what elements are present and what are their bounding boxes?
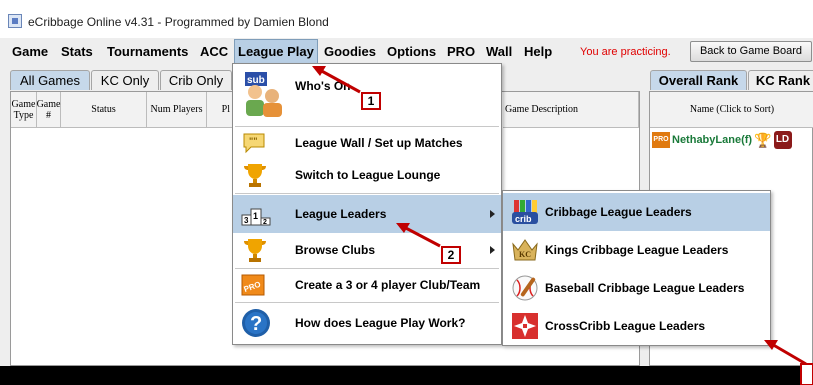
col-game-type[interactable]: Game Type	[11, 92, 37, 128]
how-league-works-label: How does League Play Work?	[295, 316, 466, 330]
rank-player-name: NethabyLane(f)	[672, 134, 753, 146]
menu-divider	[235, 193, 499, 194]
menu-divider	[235, 302, 499, 303]
menu-item-switch-lounge[interactable]: Switch to League Lounge	[233, 159, 501, 191]
menu-bar: Game Stats Tournaments ACC League Play G…	[0, 38, 813, 66]
callout-2: 2	[441, 246, 461, 264]
podium-icon: 1 3 2	[241, 208, 271, 226]
cribbage-leaders-label: Cribbage League Leaders	[545, 205, 692, 219]
league-leaders-submenu: crib Cribbage League Leaders KC Kings Cr…	[502, 190, 771, 346]
practice-status: You are practicing.	[580, 46, 671, 58]
crib-icon: crib	[512, 200, 538, 224]
rank-name-header[interactable]: Name (Click to Sort)	[650, 92, 813, 128]
submenu-arrow-icon	[490, 246, 495, 254]
col-num-players[interactable]: Num Players	[147, 92, 207, 128]
menu-item-crosscribb-leaders[interactable]: CrossCribb League Leaders	[503, 307, 770, 345]
svg-text:?: ?	[250, 313, 262, 335]
svg-text:crib: crib	[515, 214, 532, 224]
menu-game[interactable]: Game	[12, 44, 48, 59]
league-wall-label: League Wall / Set up Matches	[295, 136, 463, 150]
title-bar: eCribbage Online v4.31 - Programmed by D…	[0, 0, 813, 38]
kings-leaders-label: Kings Cribbage League Leaders	[545, 243, 729, 257]
tab-kc-only[interactable]: KC Only	[91, 70, 159, 90]
col-status[interactable]: Status	[61, 92, 147, 128]
callout-1: 1	[361, 92, 381, 110]
menu-league-play[interactable]: League Play	[234, 39, 318, 65]
rank-row[interactable]: PRO NethabyLane(f) 🏆 LD	[652, 129, 792, 151]
menu-pro[interactable]: PRO	[447, 44, 475, 59]
baseball-leaders-label: Baseball Cribbage League Leaders	[545, 281, 745, 295]
trophy-icon	[244, 239, 266, 262]
help-icon: ?	[242, 309, 270, 337]
kings-crib-icon: KC	[512, 239, 538, 261]
svg-text:2: 2	[263, 219, 267, 226]
svg-text:1: 1	[253, 211, 258, 221]
pro-badge-icon: PRO	[652, 132, 670, 148]
menu-item-baseball-leaders[interactable]: Baseball Cribbage League Leaders	[503, 269, 770, 307]
menu-item-league-leaders[interactable]: 1 3 2 League Leaders	[233, 195, 501, 233]
menu-item-league-wall[interactable]: "" League Wall / Set up Matches	[233, 128, 501, 158]
tab-all-games[interactable]: All Games	[10, 70, 90, 90]
menu-item-create-club[interactable]: PRO Create a 3 or 4 player Club/Team	[233, 270, 501, 300]
submenu-arrow-icon	[490, 210, 495, 218]
menu-goodies[interactable]: Goodies	[324, 44, 376, 59]
back-to-game-board-button[interactable]: Back to Game Board	[690, 41, 812, 62]
menu-item-cribbage-leaders[interactable]: crib Cribbage League Leaders	[503, 193, 770, 231]
svg-text:KC: KC	[519, 250, 531, 259]
browse-clubs-label: Browse Clubs	[295, 243, 376, 257]
menu-acc[interactable]: ACC	[200, 44, 228, 59]
app-window: eCribbage Online v4.31 - Programmed by D…	[0, 0, 813, 366]
whos-on-label: Who's On	[295, 79, 351, 93]
menu-wall[interactable]: Wall	[486, 44, 512, 59]
menu-item-kings-leaders[interactable]: KC Kings Cribbage League Leaders	[503, 231, 770, 269]
menu-tournaments[interactable]: Tournaments	[107, 44, 188, 59]
svg-text:3: 3	[244, 216, 249, 225]
col-players[interactable]: Pl	[207, 92, 233, 128]
callout-3-partial	[800, 363, 813, 385]
menu-item-how-league-works[interactable]: ? How does League Play Work?	[233, 304, 501, 342]
col-game-description[interactable]: Game Description	[503, 92, 639, 128]
create-club-label: Create a 3 or 4 player Club/Team	[295, 278, 481, 292]
crosscribb-leaders-label: CrossCribb League Leaders	[545, 319, 706, 333]
svg-text:sub: sub	[247, 75, 265, 86]
crosscribb-icon	[512, 313, 538, 339]
trophy-icon	[244, 164, 266, 187]
svg-text:"": ""	[249, 136, 258, 146]
menu-options[interactable]: Options	[387, 44, 436, 59]
window-title: eCribbage Online v4.31 - Programmed by D…	[28, 15, 329, 29]
baseball-icon	[512, 275, 538, 301]
tab-kc-rank[interactable]: KC Rank	[748, 70, 813, 90]
quote-bubble-icon: ""	[243, 133, 265, 154]
app-icon	[8, 14, 22, 28]
switch-lounge-label: Switch to League Lounge	[295, 168, 441, 182]
people-icon: sub	[245, 72, 282, 117]
menu-divider	[235, 268, 499, 269]
menu-stats[interactable]: Stats	[61, 44, 93, 59]
menu-divider	[235, 126, 499, 127]
trophy-icon: 🏆	[754, 131, 772, 148]
col-game-num[interactable]: Game #	[37, 92, 61, 128]
menu-help[interactable]: Help	[524, 44, 552, 59]
league-leaders-label: League Leaders	[295, 207, 387, 221]
tab-overall-rank[interactable]: Overall Rank	[650, 70, 747, 90]
pro-badge-icon: PRO	[241, 274, 265, 296]
tab-crib-only[interactable]: Crib Only	[160, 70, 232, 90]
ld-badge-icon: LD	[773, 131, 792, 149]
